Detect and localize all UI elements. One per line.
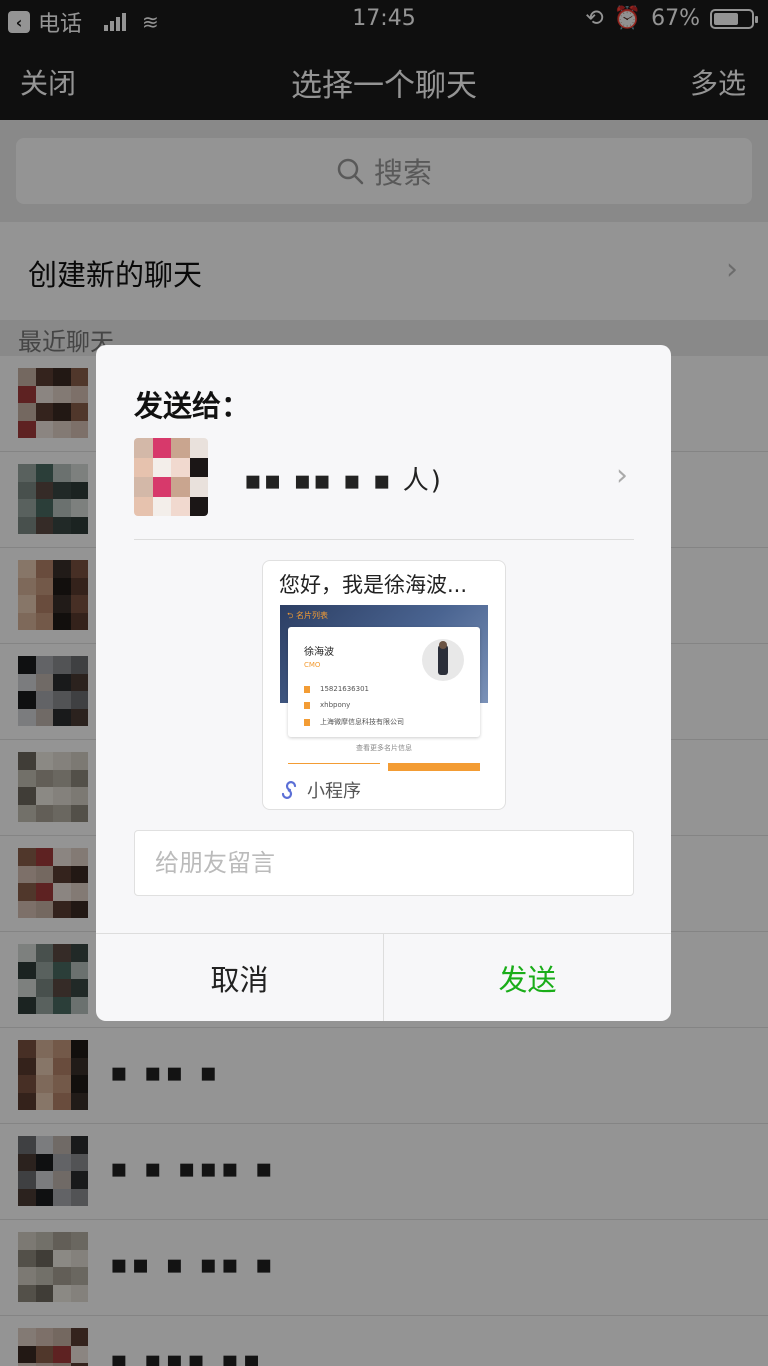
- avatar-pixel: [171, 477, 190, 497]
- recipient-name-suffix: 人): [402, 466, 443, 496]
- business-card-photo: [422, 639, 464, 681]
- mini-program-card: 您好，我是徐海波... ⮌ 名片列表 徐海波 CMO 15821636301 x…: [262, 560, 506, 810]
- avatar-pixel: [134, 496, 153, 516]
- avatar-pixel: [171, 457, 190, 477]
- building-icon: [304, 718, 310, 726]
- avatar-pixel: [189, 477, 208, 497]
- recipient-name: ▪▪ ▪▪ ▪ ▪ 人): [244, 466, 443, 496]
- recipient-row[interactable]: ▪▪ ▪▪ ▪ ▪ 人) ›: [134, 438, 634, 540]
- cancel-button[interactable]: 取消: [96, 934, 384, 1021]
- avatar-pixel: [152, 496, 171, 516]
- more-info-link: 查看更多名片信息: [356, 744, 412, 752]
- mini-program-label: 小程序: [307, 781, 361, 802]
- avatar-pixel: [134, 477, 153, 497]
- card-title: 您好，我是徐海波...: [279, 573, 468, 597]
- mini-program-source: 小程序: [279, 777, 361, 803]
- mini-program-icon: [281, 781, 297, 799]
- avatar-pixel: [189, 496, 208, 516]
- phone-icon: [304, 685, 310, 693]
- preview-button-left: [288, 763, 380, 771]
- wechat-row: xhbpony: [304, 701, 350, 709]
- preview-tag: ⮌ 名片列表: [287, 611, 328, 620]
- business-card: 徐海波 CMO 15821636301 xhbpony 上海微摩信息科技有限公司: [288, 627, 480, 737]
- send-button[interactable]: 发送: [384, 934, 671, 1021]
- avatar-pixel: [189, 438, 208, 458]
- card-preview-image: ⮌ 名片列表 徐海波 CMO 15821636301 xhbpony 上海微摩信…: [280, 605, 488, 771]
- chevron-right-icon: ›: [616, 458, 628, 493]
- business-card-title: CMO: [304, 661, 321, 669]
- dialog-actions: 取消 发送: [96, 933, 671, 1021]
- avatar-pixel: [152, 477, 171, 497]
- avatar-pixel: [134, 438, 153, 458]
- wechat-icon: [304, 701, 310, 709]
- recipient-avatar: [134, 438, 208, 516]
- send-to-dialog: 发送给： ▪▪ ▪▪ ▪ ▪ 人) › 您好，我是徐海波... ⮌ 名片列表 徐…: [96, 345, 671, 1021]
- avatar-pixel: [152, 438, 171, 458]
- avatar-pixel: [152, 457, 171, 477]
- message-input[interactable]: [134, 830, 634, 896]
- business-card-name: 徐海波: [304, 647, 334, 658]
- preview-button-right: [388, 763, 480, 771]
- dialog-heading: 发送给：: [134, 389, 251, 423]
- company-row: 上海微摩信息科技有限公司: [304, 717, 404, 727]
- avatar-pixel: [171, 496, 190, 516]
- avatar-pixel: [134, 457, 153, 477]
- avatar-pixel: [189, 457, 208, 477]
- avatar-pixel: [171, 438, 190, 458]
- phone-row: 15821636301: [304, 685, 369, 693]
